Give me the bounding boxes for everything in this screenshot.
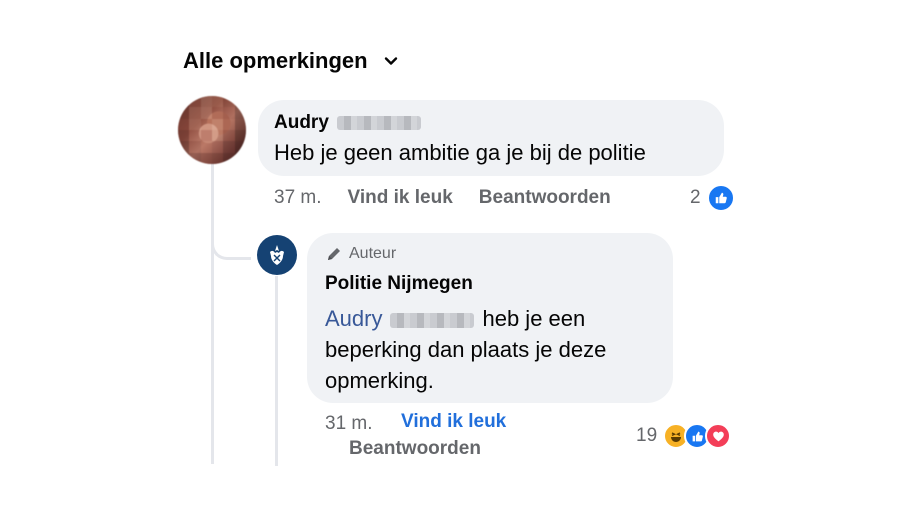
like-icon xyxy=(706,184,735,212)
comment-text: Heb je geen ambitie ga je bij de politie xyxy=(274,140,646,165)
reaction-count: 19 xyxy=(636,425,658,446)
reply-text: Audry heb je een beperking dan plaats je … xyxy=(325,303,655,396)
comment-bubble: Audry Heb je geen ambitie ga je bij de p… xyxy=(258,100,724,176)
avatar[interactable] xyxy=(257,235,297,275)
reaction-count: 2 xyxy=(690,187,701,208)
love-icon xyxy=(705,423,732,449)
mention-link[interactable]: Audry xyxy=(325,306,382,331)
comment-filter-dropdown[interactable]: Alle opmerkingen xyxy=(183,48,398,74)
reply-author[interactable]: Politie Nijmegen xyxy=(325,273,655,295)
like-button[interactable]: Vind ik leuk xyxy=(401,411,506,433)
reply-timestamp[interactable]: 31 m. xyxy=(325,413,373,435)
like-button[interactable]: Vind ik leuk xyxy=(348,187,453,209)
comment-timestamp[interactable]: 37 m. xyxy=(274,187,322,209)
police-logo-icon xyxy=(270,245,284,265)
chevron-down-icon xyxy=(384,57,397,65)
author-badge: Auteur xyxy=(325,245,655,263)
reply-button[interactable]: Beantwoorden xyxy=(349,438,481,460)
reaction-summary[interactable]: 19 xyxy=(636,423,732,449)
avatar[interactable] xyxy=(178,96,246,164)
reply-thread-line xyxy=(275,276,278,466)
thread-connector xyxy=(211,200,251,260)
reply-button[interactable]: Beantwoorden xyxy=(479,187,611,209)
redacted-surname xyxy=(336,116,421,130)
comment-actions: 37 m. Vind ik leuk Beantwoorden xyxy=(274,187,611,209)
comment-author[interactable]: Audry xyxy=(274,112,708,134)
redacted-surname xyxy=(390,312,475,328)
comments-sort-label: Alle opmerkingen xyxy=(183,48,368,73)
reply-bubble: Auteur Politie Nijmegen Audry heb je een … xyxy=(307,233,673,403)
reaction-summary[interactable]: 2 xyxy=(690,184,735,212)
pencil-icon xyxy=(328,248,340,260)
author-first-name: Audry xyxy=(274,112,329,133)
author-badge-label: Auteur xyxy=(349,245,397,262)
